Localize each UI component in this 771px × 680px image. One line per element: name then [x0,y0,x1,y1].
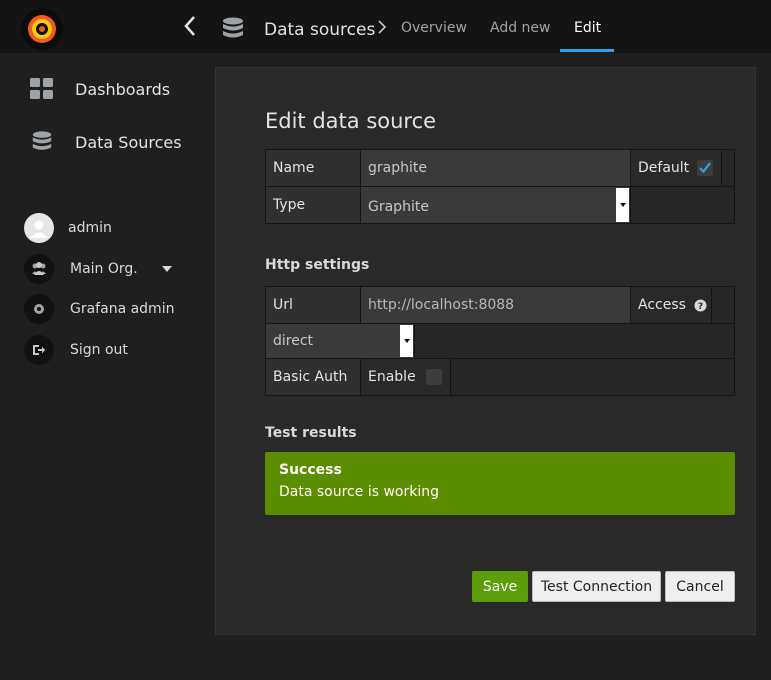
users-icon [24,254,54,284]
checkmark-icon [699,162,712,174]
select-caret-icon [616,188,629,222]
access-label: Access [638,297,686,313]
sidebar-item-data-sources[interactable]: Data Sources [30,129,182,155]
org-switcher[interactable]: Main Org. [24,254,172,284]
name-label: Name [265,149,361,187]
alert-title: Success [279,462,342,478]
user-name: admin [68,220,112,236]
question-circle-icon[interactable]: ? [694,299,707,312]
avatar [24,213,54,243]
type-label: Type [265,186,361,224]
row-filler [414,323,735,359]
row-filler [721,149,735,187]
page-title: Edit data source [265,109,437,133]
active-tab-indicator [560,49,614,52]
grafana-logo-icon[interactable] [21,8,63,50]
database-icon [223,17,243,38]
user-profile-link[interactable]: admin [24,213,112,243]
grafana-admin-label: Grafana admin [70,301,175,317]
database-icon [32,131,52,150]
dashboards-grid-icon [30,78,53,99]
sign-out-icon [24,335,54,365]
grafana-admin-link[interactable]: Grafana admin [24,294,174,324]
alert-message: Data source is working [279,484,439,500]
enable-label: Enable [368,369,416,385]
select-caret-icon [400,325,413,357]
type-select[interactable]: Graphite [360,186,631,224]
row-filler [711,286,735,324]
test-connection-button[interactable]: Test Connection [532,571,661,602]
basic-auth-checkbox[interactable] [425,369,442,385]
name-input[interactable]: graphite [360,149,631,187]
access-select[interactable]: direct [265,323,415,359]
default-checkbox[interactable] [697,160,714,176]
sidebar-item-dashboards[interactable]: Dashboards [30,78,170,100]
url-label: Url [265,286,361,324]
caret-down-icon [161,266,172,272]
top-navbar: Data sources Overview Add new Edit [0,0,771,53]
gear-icon [24,294,54,324]
success-alert: Success Data source is working [265,452,735,515]
sidebar-item-label: Data Sources [75,132,182,152]
default-label: Default [638,160,690,176]
chevron-right-icon [378,20,387,34]
tab-add-new[interactable]: Add new [490,20,551,36]
url-input[interactable]: http://localhost:8088 [360,286,631,324]
http-settings-title: Http settings [265,257,370,273]
test-results-title: Test results [265,425,357,441]
org-name: Main Org. [70,261,138,277]
sign-out-link[interactable]: Sign out [24,335,128,365]
breadcrumb-title[interactable]: Data sources [264,20,375,40]
row-filler [630,186,735,224]
tab-edit[interactable]: Edit [574,20,601,36]
sign-out-label: Sign out [70,342,128,358]
tab-overview[interactable]: Overview [401,20,467,36]
row-filler [450,358,735,396]
access-select-value: direct [273,333,314,349]
cancel-button[interactable]: Cancel [665,571,735,602]
save-button[interactable]: Save [472,571,528,602]
default-field: Default [630,149,722,187]
basic-auth-label: Basic Auth [265,358,361,396]
chevron-left-icon[interactable] [180,14,200,38]
type-select-value: Graphite [368,199,429,215]
sidebar-item-label: Dashboards [75,79,171,99]
access-field: Access ? [630,286,712,324]
basic-auth-field: Enable [360,358,451,396]
svg-text:?: ? [698,302,703,312]
